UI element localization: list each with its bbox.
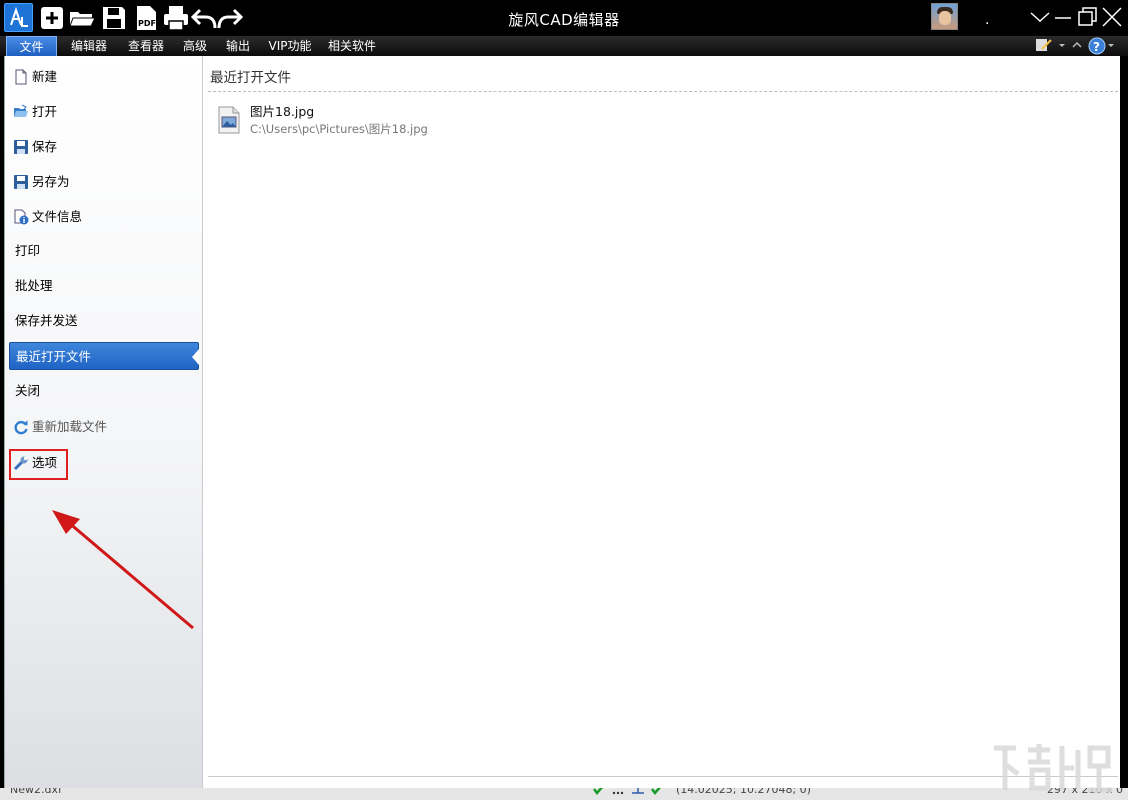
menu-item-save[interactable]: 保存 <box>9 133 199 161</box>
status-toggle-icons[interactable] <box>592 788 672 797</box>
save-as-icon <box>14 175 28 189</box>
status-bar: New2.dxf (14.02025; 10.27048; 0) 297 x 2… <box>0 788 1128 800</box>
recent-files-heading: 最近打开文件 <box>210 70 291 86</box>
file-backstage-view: 新建 打开 保存 另存为 文件信息 打印 批处理 保存并发送 最近打开文件 关闭… <box>4 56 1120 788</box>
menu-item-file-info[interactable]: 文件信息 <box>9 203 199 231</box>
menu-item-label: 文件信息 <box>32 209 83 224</box>
menu-item-label: 保存 <box>32 139 58 154</box>
file-menu-panel: 新建 打开 保存 另存为 文件信息 打印 批处理 保存并发送 最近打开文件 关闭… <box>5 56 203 788</box>
status-coordinates: (14.02025; 10.27048; 0) <box>676 788 811 796</box>
tab-related-software[interactable]: 相关软件 <box>324 36 380 56</box>
open-folder-icon <box>14 104 28 117</box>
tab-file[interactable]: 文件 <box>6 36 57 56</box>
ribbon-collapse-icon[interactable] <box>1070 37 1084 53</box>
recent-file-name[interactable]: 图片18.jpg <box>250 101 314 120</box>
tab-advanced[interactable]: 高级 <box>178 36 212 56</box>
menu-item-label: 另存为 <box>32 174 70 189</box>
menu-item-save-as[interactable]: 另存为 <box>9 168 199 196</box>
divider <box>208 91 1118 92</box>
recent-file-entry[interactable]: 图片18.jpg C:\Users\pc\Pictures\图片18.jpg <box>215 100 515 140</box>
tab-editor[interactable]: 编辑器 <box>64 36 114 56</box>
help-dropdown-icon[interactable] <box>1106 37 1116 53</box>
ribbon-tab-bar: 文件 编辑器 查看器 高级 输出 VIP功能 相关软件 ? <box>0 36 1128 56</box>
title-bar: PDF 旋风CAD编辑器 . <box>0 0 1128 36</box>
menu-item-recent-files[interactable]: 最近打开文件 <box>9 342 199 370</box>
watermark-logo <box>994 744 1112 793</box>
minimize-icon[interactable] <box>1051 5 1075 29</box>
restore-icon[interactable] <box>1075 5 1099 29</box>
menu-item-label: 新建 <box>32 69 58 84</box>
menu-item-label: 关闭 <box>15 383 41 398</box>
window-title: 旋风CAD编辑器 <box>508 11 620 29</box>
menu-item-close[interactable]: 关闭 <box>9 377 199 405</box>
divider <box>208 776 1118 777</box>
save-icon <box>14 140 28 154</box>
dropdown-arrow-icon[interactable] <box>1056 37 1068 53</box>
image-file-icon <box>218 106 240 134</box>
menu-item-open[interactable]: 打开 <box>9 98 199 126</box>
collapse-chevron-icon[interactable] <box>1028 5 1052 29</box>
menu-item-save-and-send[interactable]: 保存并发送 <box>9 307 199 335</box>
status-file-name: New2.dxf <box>10 788 62 796</box>
menu-item-label: 打开 <box>32 104 58 119</box>
options-highlight-box <box>9 449 68 480</box>
tab-vip[interactable]: VIP功能 <box>264 36 316 56</box>
paint-brush-icon[interactable] <box>1034 37 1054 53</box>
help-icon[interactable]: ? <box>1088 37 1106 55</box>
menu-item-label: 保存并发送 <box>15 313 78 328</box>
recent-file-path: C:\Users\pc\Pictures\图片18.jpg <box>250 122 428 136</box>
menu-item-label: 重新加载文件 <box>32 419 108 434</box>
user-status-dot: . <box>985 12 990 28</box>
menu-item-label: 最近打开文件 <box>16 349 92 364</box>
menu-item-reload[interactable]: 重新加载文件 <box>9 413 199 441</box>
menu-item-print[interactable]: 打印 <box>9 237 199 265</box>
reload-icon <box>14 420 28 435</box>
menu-item-label: 批处理 <box>15 278 53 293</box>
tab-viewer[interactable]: 查看器 <box>121 36 171 56</box>
file-info-icon <box>14 209 29 225</box>
tab-output[interactable]: 输出 <box>221 36 255 56</box>
svg-text:?: ? <box>1093 40 1100 54</box>
close-icon[interactable] <box>1100 5 1124 29</box>
menu-item-label: 打印 <box>15 243 41 258</box>
new-file-icon <box>15 69 27 85</box>
menu-item-new[interactable]: 新建 <box>9 63 199 91</box>
menu-item-batch[interactable]: 批处理 <box>9 272 199 300</box>
user-avatar[interactable] <box>931 3 958 30</box>
